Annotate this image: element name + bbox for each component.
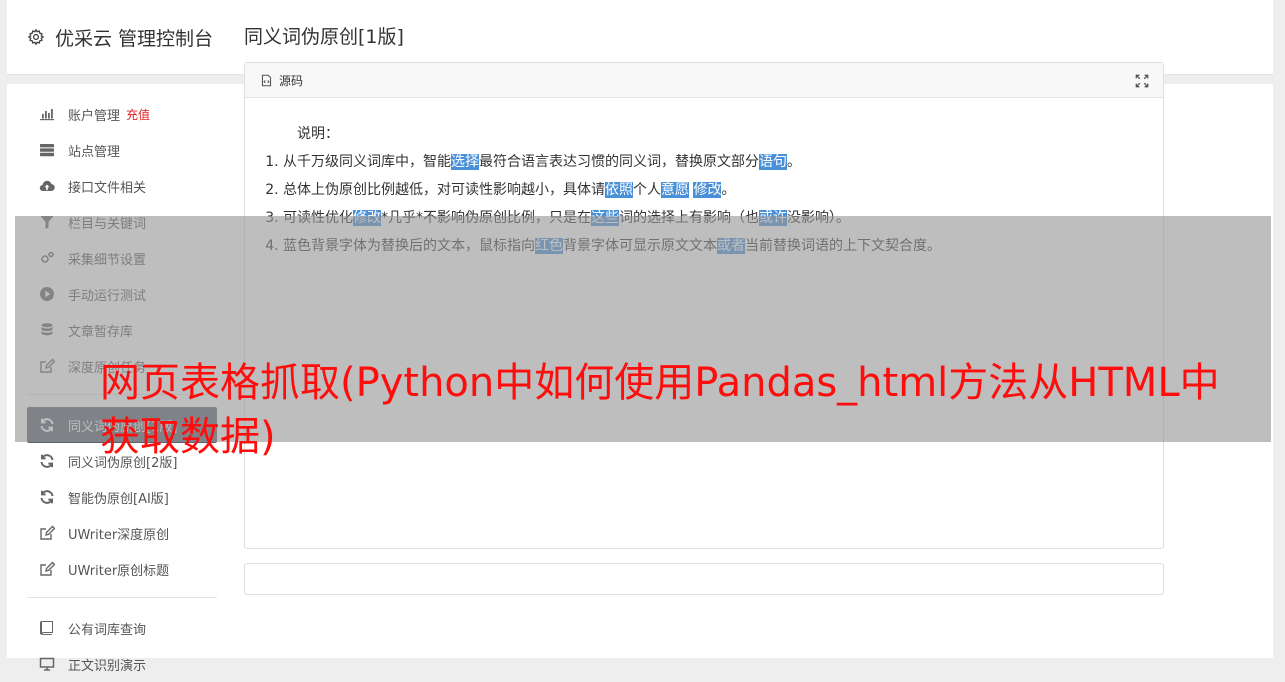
note-item: 总体上伪原创比例越低，对可读性影响越小，具体请依照个人意愿 修改。 bbox=[283, 176, 1143, 204]
replaced-word[interactable]: 依照 bbox=[605, 182, 633, 198]
content-area: 同义词伪原创[1版] 源码 说明： 从千万级同义词库中，智能选择最符合语言表达习… bbox=[244, 20, 1164, 549]
card-header-label: 源码 bbox=[279, 73, 304, 88]
replaced-word[interactable]: 意愿 bbox=[661, 182, 689, 198]
sidebar-item-label: 账户管理 bbox=[68, 108, 121, 124]
recharge-link[interactable]: 充值 bbox=[126, 106, 150, 123]
gear-icon bbox=[27, 28, 45, 46]
sidebar-item-label: 智能伪原创[AI版] bbox=[68, 491, 169, 507]
page-title: 同义词伪原创[1版] bbox=[244, 26, 404, 48]
console-title: 优采云 管理控制台 bbox=[55, 27, 214, 50]
replaced-word[interactable]: 修改 bbox=[693, 182, 722, 198]
note-text: 从千万级同义词库中，智能 bbox=[283, 154, 451, 170]
card-header: 源码 bbox=[245, 63, 1163, 98]
cloud-upload-icon bbox=[39, 178, 55, 194]
note-text: 个人 bbox=[633, 182, 661, 198]
edit-icon bbox=[39, 525, 55, 541]
sidebar-item-g3-1[interactable]: 正文识别演示 bbox=[27, 646, 217, 682]
note-text: 。 bbox=[721, 182, 736, 198]
result-card bbox=[244, 563, 1164, 595]
sidebar-item-label: UWriter原创标题 bbox=[68, 563, 170, 579]
sidebar-item-label: UWriter深度原创 bbox=[68, 527, 170, 543]
sidebar-item-g3-0[interactable]: 公有词库查询 bbox=[27, 610, 217, 646]
sidebar-divider bbox=[27, 597, 217, 598]
sidebar-item-label: 公有词库查询 bbox=[68, 622, 147, 638]
refresh-icon bbox=[39, 489, 55, 505]
sidebar-item-label: 正文识别演示 bbox=[68, 658, 147, 674]
sidebar-item-g2-4[interactable]: UWriter原创标题 bbox=[27, 551, 217, 587]
overlay-title: 网页表格抓取(Python中如何使用Pandas_html方法从HTML中获取数… bbox=[100, 360, 1220, 460]
screen-icon bbox=[39, 656, 55, 672]
sidebar-item-g1-2[interactable]: 接口文件相关 bbox=[27, 168, 217, 204]
expand-icon[interactable] bbox=[1135, 74, 1149, 88]
sidebar-item-g2-2[interactable]: 智能伪原创[AI版] bbox=[27, 479, 217, 515]
book-icon bbox=[39, 620, 55, 636]
edit-icon bbox=[39, 561, 55, 577]
replaced-word[interactable]: 语句 bbox=[759, 154, 787, 170]
sidebar-item-g1-0[interactable]: 账户管理 充值 bbox=[27, 96, 217, 132]
note-text: 。 bbox=[787, 154, 801, 170]
notes-title: 说明： bbox=[297, 126, 339, 142]
server-icon bbox=[39, 142, 55, 158]
note-item: 从千万级同义词库中，智能选择最符合语言表达习惯的同义词，替换原文部分语句。 bbox=[283, 148, 1143, 176]
note-text: 最符合语言表达习惯的同义词，替换原文部分 bbox=[479, 154, 759, 170]
sidebar-item-label: 接口文件相关 bbox=[68, 180, 147, 196]
replaced-word[interactable]: 选择 bbox=[451, 154, 479, 170]
note-text: 总体上伪原创比例越低，对可读性影响越小，具体请 bbox=[283, 182, 605, 198]
code-file-icon bbox=[261, 74, 272, 86]
bar-chart-icon bbox=[39, 106, 55, 122]
sidebar-item-g2-3[interactable]: UWriter深度原创 bbox=[27, 515, 217, 551]
sidebar-item-g1-1[interactable]: 站点管理 bbox=[27, 132, 217, 168]
sidebar-item-label: 站点管理 bbox=[68, 144, 121, 160]
refresh-icon bbox=[39, 453, 55, 469]
